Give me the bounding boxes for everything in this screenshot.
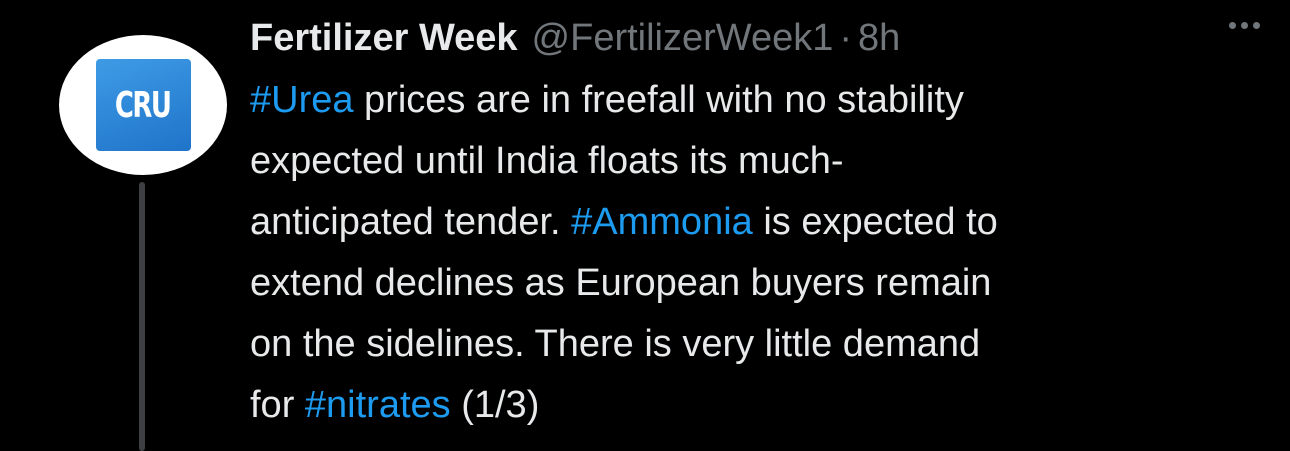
more-dot	[1241, 22, 1248, 29]
hashtag-nitrates[interactable]: #nitrates	[305, 384, 451, 426]
tweet-text-fragment: anticipated tender.	[250, 201, 572, 243]
hashtag-urea[interactable]: #Urea	[250, 79, 354, 121]
tweet-line: extend declines as European buyers remai…	[250, 253, 1240, 314]
author-handle[interactable]: @FertilizerWeek1	[532, 10, 834, 66]
avatar[interactable]: CRU	[59, 35, 227, 175]
tweet[interactable]: CRU Fertilizer Week @FertilizerWeek1 · 8…	[0, 0, 1290, 451]
tweet-line: #Urea prices are in freefall with no sta…	[250, 70, 1240, 131]
author-name[interactable]: Fertilizer Week	[250, 10, 518, 66]
tweet-header: Fertilizer Week @FertilizerWeek1 · 8h	[250, 10, 1260, 66]
hashtag-ammonia[interactable]: #Ammonia	[571, 201, 753, 243]
tweet-text-fragment: for	[250, 384, 305, 426]
tweet-line: expected until India floats its much-	[250, 131, 1240, 192]
tweet-text-fragment: extend declines as European buyers remai…	[250, 262, 992, 304]
tweet-text-fragment: on the sidelines. There is very little d…	[250, 323, 981, 365]
more-dot	[1253, 22, 1260, 29]
thread-line	[139, 182, 145, 451]
more-dot	[1229, 22, 1236, 29]
separator-dot: ·	[839, 17, 853, 59]
tweet-line: on the sidelines. There is very little d…	[250, 314, 1240, 375]
tweet-text-fragment: expected until India floats its much-	[250, 140, 844, 182]
tweet-text-fragment: prices are in freefall with no stability	[353, 79, 964, 121]
tweet-text: #Urea prices are in freefall with no sta…	[250, 70, 1240, 436]
more-options-icon[interactable]	[1229, 22, 1260, 29]
cru-logo-text: CRU	[115, 84, 172, 126]
tweet-line: for #nitrates (1/3)	[250, 375, 1240, 436]
tweet-text-fragment: (1/3)	[450, 384, 540, 426]
tweet-line: anticipated tender. #Ammonia is expected…	[250, 192, 1240, 253]
timestamp[interactable]: 8h	[858, 10, 900, 66]
tweet-content: Fertilizer Week @FertilizerWeek1 · 8h #U…	[250, 10, 1260, 436]
cru-logo: CRU	[95, 59, 191, 151]
tweet-text-fragment: is expected to	[752, 201, 998, 243]
